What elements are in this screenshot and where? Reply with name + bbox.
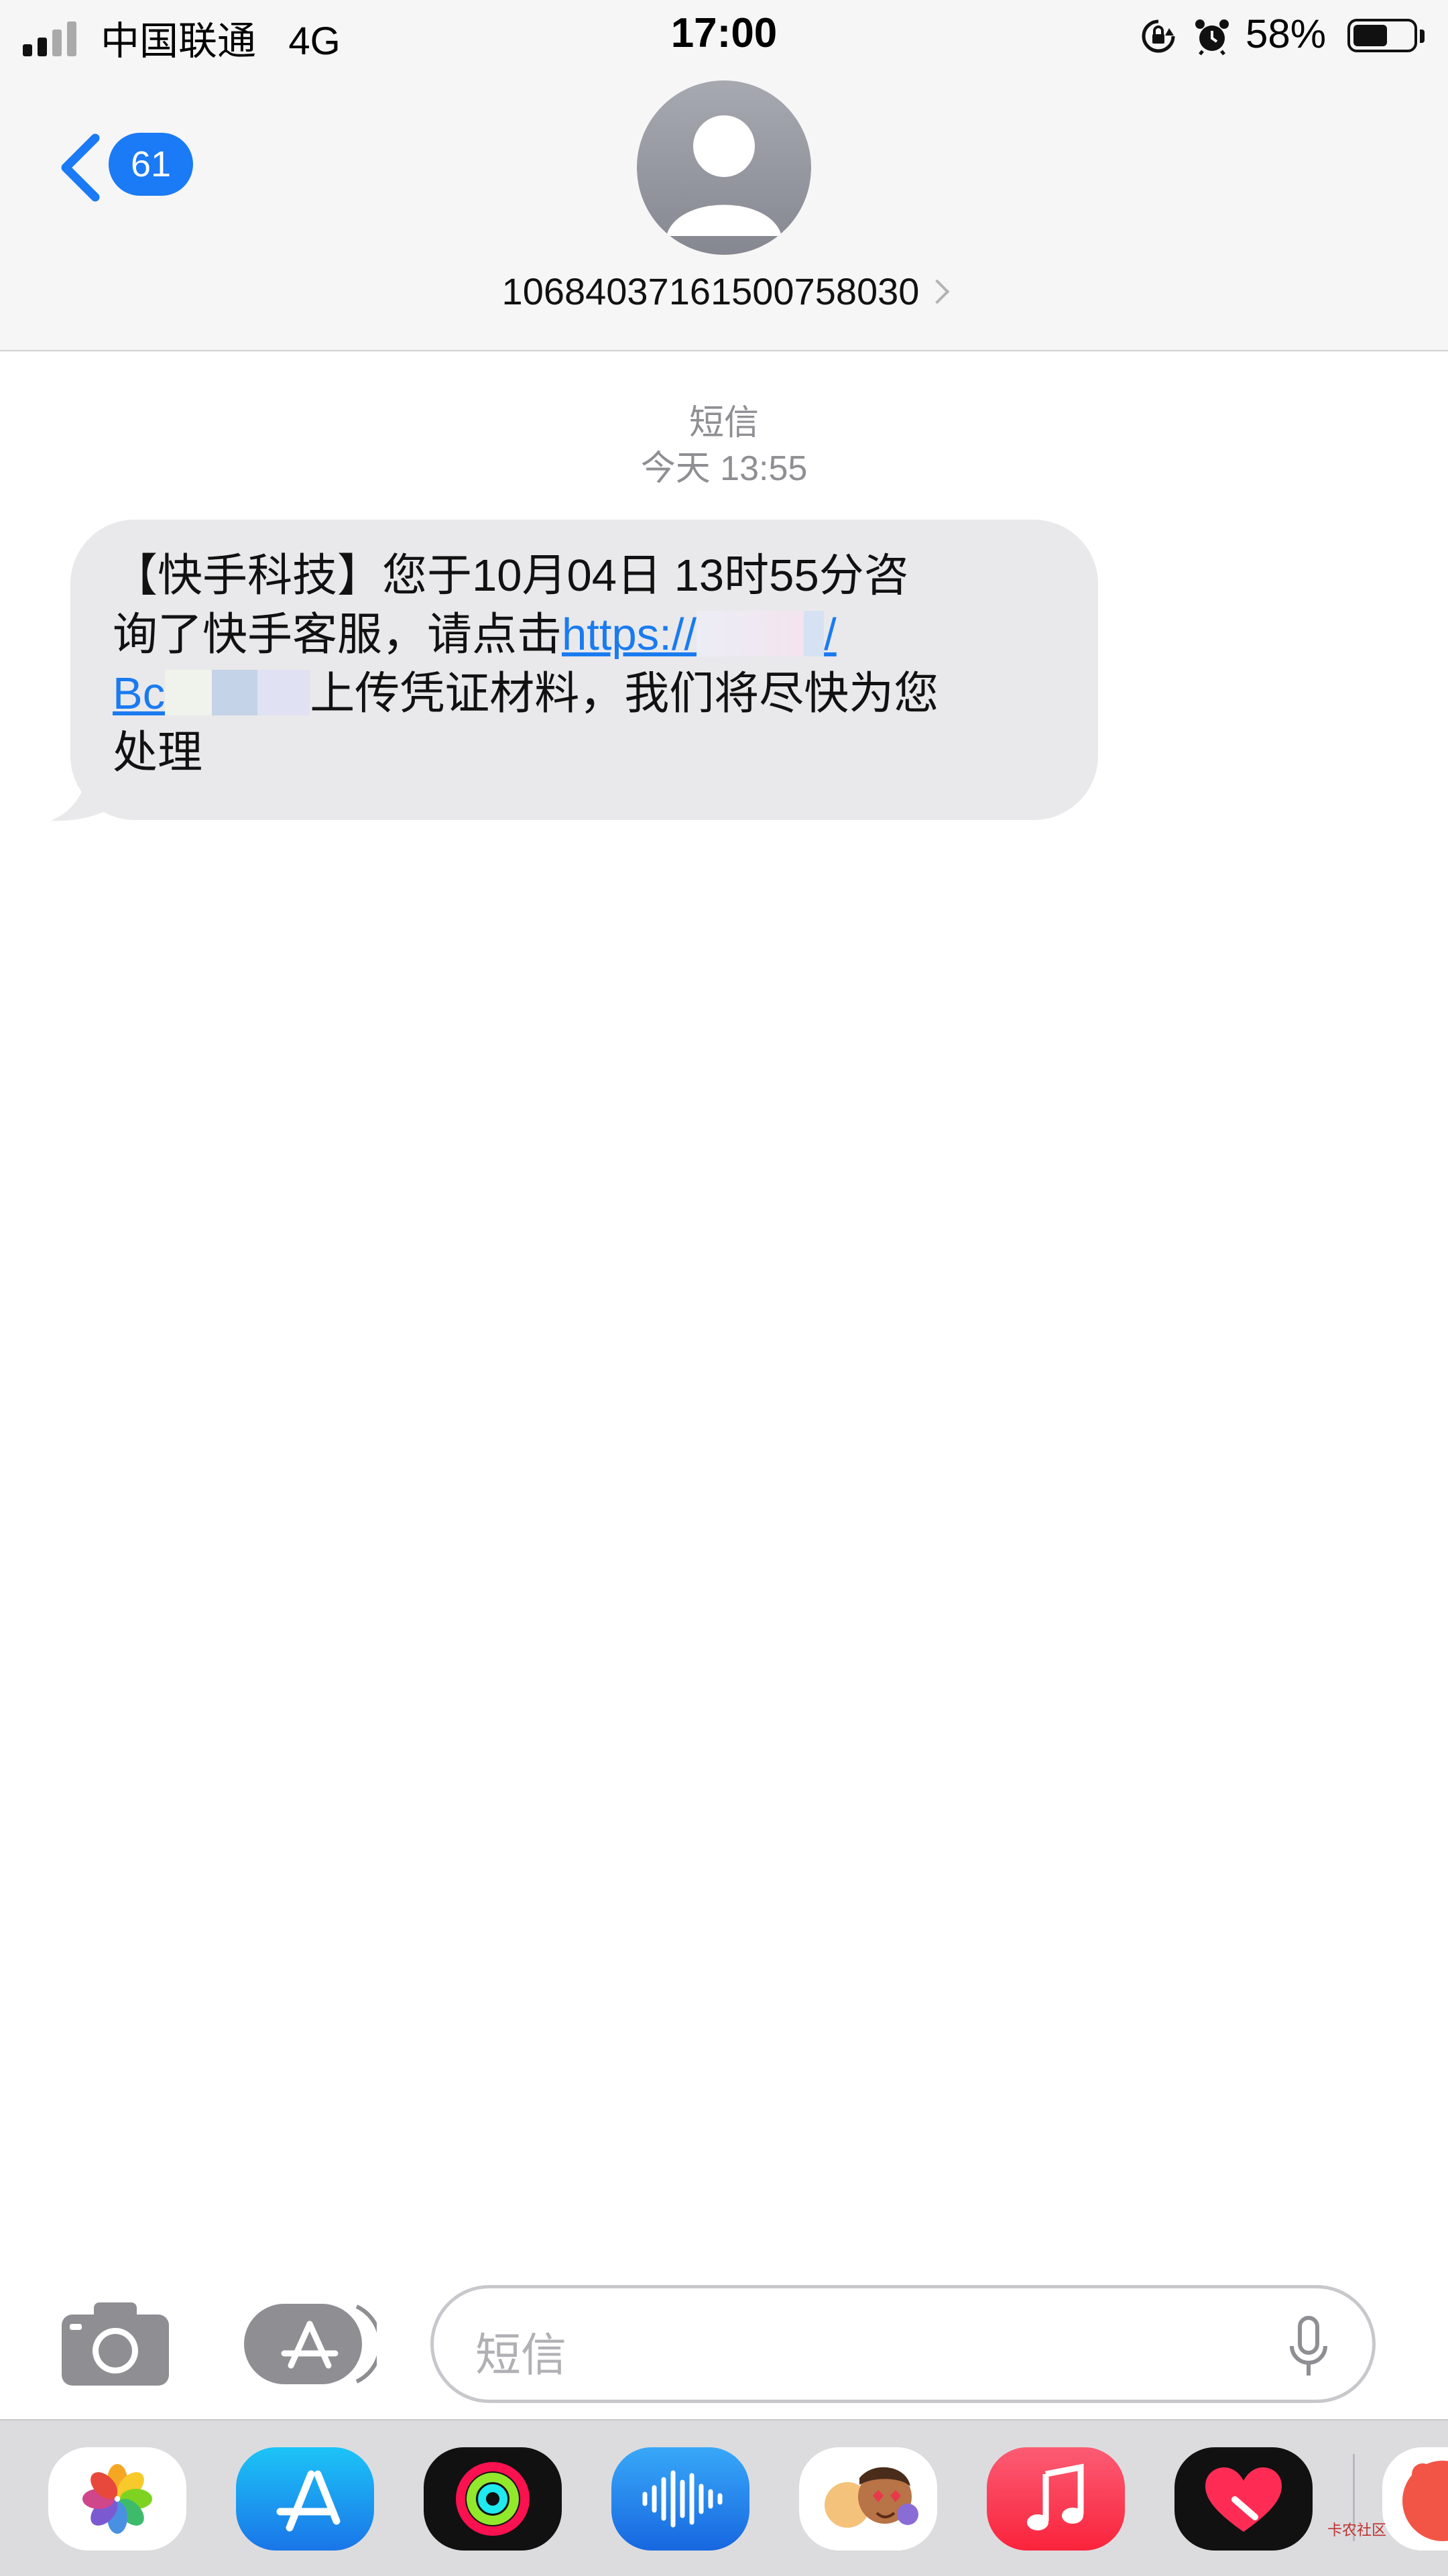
link-mid: / [824,609,837,660]
app-store-app-icon[interactable] [236,2447,374,2551]
alarm-icon [1195,19,1229,56]
battery-percentage: 58% [1246,11,1327,56]
chevron-right-icon [925,279,950,304]
message-link[interactable]: https:// / [562,609,837,660]
waveform-icon [642,2470,723,2528]
message-line-2: 询了快手客服，请点击https:// / [113,605,1071,664]
extra-app-icon[interactable] [1382,2447,1448,2551]
redacted-url-part [697,611,804,656]
watermark: 卡农社区 [1327,2522,1387,2538]
microphone-icon[interactable] [1285,2315,1332,2380]
redacted-url-part [804,611,825,656]
thread-timestamp: 今天 13:55 [640,449,808,488]
photos-app-icon[interactable] [48,2447,186,2551]
app-partial-icon [1402,2461,1448,2541]
redacted-url-part [165,670,213,715]
redacted-url-part [212,670,258,715]
digital-touch-app-icon[interactable] [1174,2447,1313,2551]
person-icon [666,115,782,236]
link-start: https:// [562,609,697,660]
photos-flower-icon [82,2464,152,2534]
music-app-icon[interactable] [987,2447,1125,2551]
app-store-a-icon [276,2470,341,2532]
heart-icon [1205,2467,1282,2532]
message-line-3: Bc 上传凭证材料，我们将尽快为您 [113,664,1071,723]
music-note-icon [1027,2463,1084,2530]
message-line-4: 处理 [113,727,202,778]
thread-service-label: 短信 [688,404,759,443]
battery-level [1353,25,1387,46]
audio-message-app-icon[interactable] [611,2447,749,2551]
redacted-url-part [257,670,310,715]
input-placeholder: 短信 [475,2330,567,2381]
orientation-lock-icon [1142,19,1175,53]
message-line-2-text: 询了快手客服，请点击 [113,609,562,660]
message-link-continued[interactable]: Bc [113,668,310,719]
memoji-app-icon[interactable] [799,2447,937,2551]
battery-terminal [1420,30,1425,43]
contact-avatar[interactable] [637,80,811,255]
activity-app-icon[interactable] [424,2447,562,2551]
unread-count-badge: 61 [109,133,193,196]
message-line-1: 【快手科技】您于10月04日 13时55分咨 [113,550,909,601]
memoji-faces-icon [825,2467,918,2528]
activity-rings-icon [456,2462,530,2536]
message-body: 【快手科技】您于10月04日 13时55分咨 询了快手客服，请点击https:/… [113,546,1071,782]
link-end: Bc [113,668,166,719]
status-bar: 中国联通 4G 17:00 58% [0,0,1448,74]
message-input[interactable]: 短信 [430,2285,1376,2403]
camera-icon[interactable] [62,2300,169,2387]
contact-details-link[interactable]: 10684037161500758030 [0,270,1448,313]
contact-number: 10684037161500758030 [501,270,920,312]
message-line-3-text: 上传凭证材料，我们将尽快为您 [310,668,939,719]
back-button[interactable]: 61 [54,127,201,208]
app-store-drawer-icon[interactable] [243,2300,377,2387]
battery-icon [1347,19,1417,52]
